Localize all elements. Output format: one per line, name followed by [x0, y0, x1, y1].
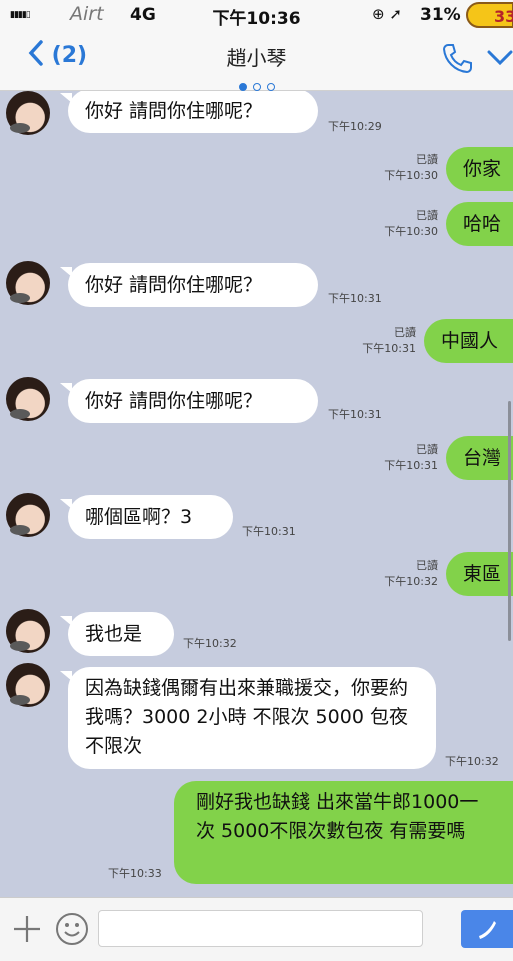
- read-label: 已讀: [416, 153, 438, 166]
- message-outgoing[interactable]: 哈哈: [446, 202, 513, 246]
- smiley-icon[interactable]: [55, 912, 89, 946]
- avatar[interactable]: [6, 91, 50, 135]
- avatar[interactable]: [6, 377, 50, 421]
- timestamp: 下午10:31: [362, 342, 416, 355]
- timestamp: 下午10:32: [183, 637, 237, 650]
- message-outgoing[interactable]: 剛好我也缺錢 出來當牛郎1000一次 5000不限次數包夜 有需要嗎: [174, 781, 513, 884]
- avatar[interactable]: [6, 663, 50, 707]
- avatar[interactable]: [6, 609, 50, 653]
- timestamp: 下午10:29: [328, 120, 382, 133]
- read-label: 已讀: [416, 209, 438, 222]
- plus-icon[interactable]: [12, 914, 42, 944]
- avatar[interactable]: [6, 493, 50, 537]
- input-bar: [0, 897, 513, 961]
- badge-icon: 33: [466, 2, 513, 28]
- message-list[interactable]: 你好 請問你住哪呢？ 下午10:29 已讀 下午10:30 你家 已讀 下午10…: [0, 91, 513, 897]
- timestamp: 下午10:31: [328, 292, 382, 305]
- read-receipt: 已讀 下午10:32: [378, 558, 438, 590]
- message-outgoing[interactable]: 東區: [446, 552, 513, 596]
- message-outgoing[interactable]: 中國人: [424, 319, 513, 363]
- timestamp: 下午10:33: [108, 867, 162, 880]
- message-outgoing[interactable]: 你家: [446, 147, 513, 191]
- message-incoming[interactable]: 我也是: [60, 612, 174, 656]
- chat-header: (2) 趙小琴: [0, 30, 513, 91]
- timestamp: 下午10:31: [242, 525, 296, 538]
- message-incoming[interactable]: 你好 請問你住哪呢？: [60, 263, 318, 307]
- timestamp: 下午10:32: [445, 755, 499, 768]
- location-icon: ⊕ ➚: [372, 5, 402, 23]
- message-incoming[interactable]: 哪個區啊？3: [60, 495, 233, 539]
- message-incoming[interactable]: 因為缺錢偶爾有出來兼職援交，你要約我嗎？3000 2小時 不限次 5000 包夜…: [60, 667, 436, 769]
- read-receipt: 已讀 下午10:30: [378, 208, 438, 240]
- message-outgoing[interactable]: 台灣: [446, 436, 513, 480]
- read-receipt: 已讀 下午10:30: [378, 152, 438, 184]
- chevron-down-icon[interactable]: [487, 50, 513, 66]
- phone-icon[interactable]: [441, 42, 473, 74]
- read-receipt: 已讀 下午10:31: [378, 442, 438, 474]
- send-icon: [479, 921, 496, 939]
- avatar[interactable]: [6, 261, 50, 305]
- timestamp: 下午10:31: [384, 459, 438, 472]
- read-label: 已讀: [394, 326, 416, 339]
- timestamp: 下午10:30: [384, 169, 438, 182]
- read-receipt: 已讀 下午10:31: [356, 325, 416, 357]
- status-bar: ▮▮▮▮▯ Airt 4G 下午10:36 ⊕ ➚ 31% 33: [0, 0, 513, 30]
- timestamp: 下午10:31: [328, 408, 382, 421]
- timestamp: 下午10:30: [384, 225, 438, 238]
- timestamp: 下午10:32: [384, 575, 438, 588]
- message-input[interactable]: [98, 910, 423, 947]
- send-button[interactable]: [461, 910, 513, 948]
- message-incoming[interactable]: 你好 請問你住哪呢？: [60, 91, 318, 133]
- message-incoming[interactable]: 你好 請問你住哪呢？: [60, 379, 318, 423]
- scrollbar[interactable]: [508, 401, 511, 641]
- read-label: 已讀: [416, 443, 438, 456]
- read-label: 已讀: [416, 559, 438, 572]
- page-title: 趙小琴: [226, 46, 287, 70]
- battery-label: 31%: [420, 5, 461, 25]
